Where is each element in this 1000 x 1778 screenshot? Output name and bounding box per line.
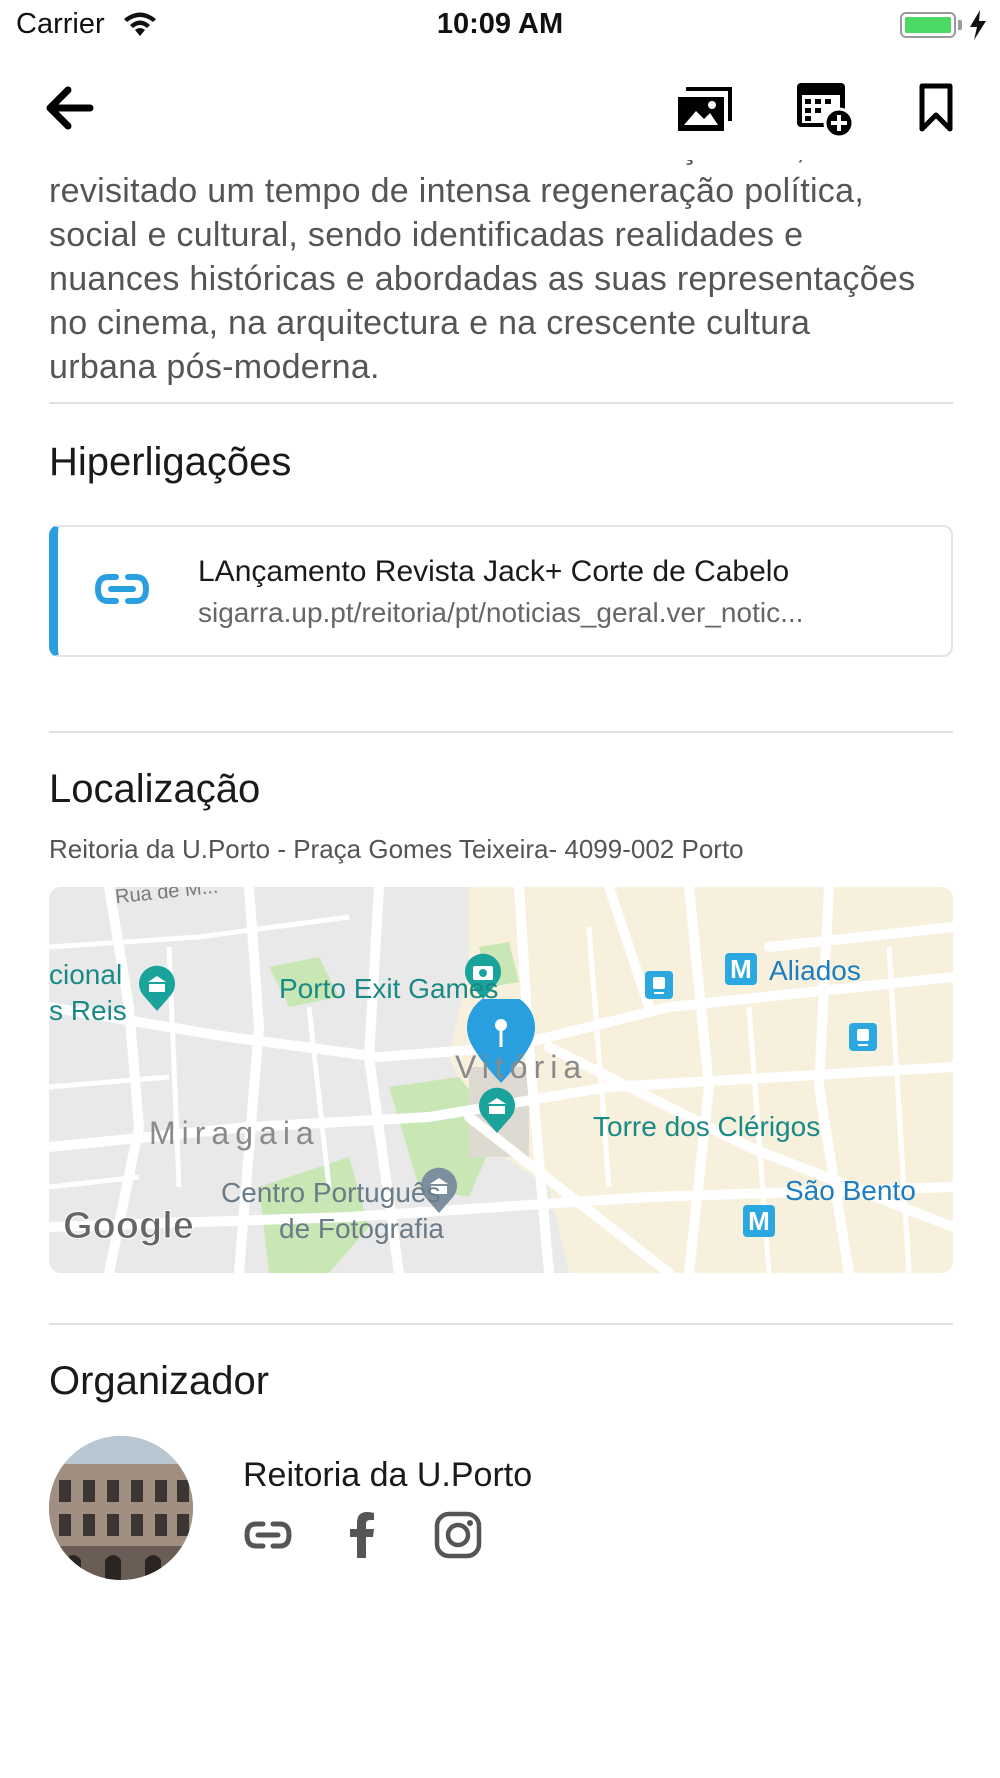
- organizer-name: Reitoria da U.Porto: [243, 1456, 533, 1494]
- calendar-add-icon: [797, 83, 855, 139]
- organizer-instagram-button[interactable]: [433, 1510, 483, 1560]
- divider: [49, 402, 953, 404]
- links-section-title: Hiperligações: [49, 440, 292, 484]
- map-label-reis: s Reis: [49, 995, 127, 1026]
- link-icon: [94, 574, 150, 604]
- arrow-left-icon: [46, 86, 94, 130]
- instagram-icon: [434, 1511, 482, 1559]
- battery-tip: [958, 20, 962, 30]
- description-line: urbana pós-moderna.: [49, 348, 380, 386]
- map-label-vitoria: Vitória: [455, 1049, 588, 1085]
- map-label-porto-exit-games: Porto Exit Games: [279, 973, 499, 1004]
- link-url: sigarra.up.pt/reitoria/pt/noticias_geral…: [198, 597, 804, 628]
- map-label-centro-portugues: Centro Português: [221, 1177, 441, 1208]
- event-address: Reitoria da U.Porto - Praça Gomes Teixei…: [49, 834, 744, 864]
- nav-bar: [0, 50, 1000, 160]
- description-line: nuances históricas e abordadas as suas r…: [49, 260, 916, 298]
- museum-poi-icon: [139, 965, 175, 1011]
- facebook-icon: [350, 1512, 374, 1558]
- map-label-torre-dos-clerigos: Torre dos Clérigos: [593, 1111, 821, 1142]
- status-bar: Carrier 10:09 AM: [0, 0, 1000, 50]
- organizer-facebook-button[interactable]: [337, 1510, 387, 1560]
- description-line: no cinema, na arquitectura e na crescent…: [49, 304, 811, 342]
- event-details: Cabelo como na entrevista a Manuel Graça…: [49, 140, 953, 1586]
- gallery-button[interactable]: [672, 78, 738, 138]
- status-time: 10:09 AM: [436, 8, 564, 40]
- building-photo: [49, 1436, 193, 1580]
- divider: [49, 1323, 953, 1325]
- bookmark-icon: [919, 83, 953, 132]
- map-label-miragaia: Miragaia: [149, 1115, 320, 1151]
- train-station-icon: [645, 971, 673, 999]
- divider: [49, 731, 953, 733]
- add-to-calendar-button[interactable]: [792, 76, 858, 142]
- location-section-title: Localização: [49, 767, 261, 811]
- battery-icon: [900, 12, 956, 38]
- metro-sao-bento-icon: M: [743, 1205, 775, 1237]
- gallery-icon: [678, 87, 732, 131]
- map-label-nacional: cional: [49, 959, 123, 990]
- organizer-row: Reitoria da U.Porto: [49, 1436, 953, 1586]
- map-label-de-fotografia: de Fotografia: [279, 1213, 444, 1244]
- google-logo: Google: [63, 1205, 195, 1248]
- organizer-avatar[interactable]: [49, 1436, 193, 1580]
- charging-bolt-icon: [970, 10, 986, 40]
- location-map[interactable]: M M Rua de M... cional s Reis Porto Exit…: [49, 887, 953, 1273]
- link-title: LAnçamento Revista Jack+ Corte de Cabelo: [198, 555, 790, 588]
- bookmark-button[interactable]: [906, 78, 966, 138]
- metro-aliados-icon: M: [725, 953, 757, 985]
- back-button[interactable]: [40, 78, 100, 138]
- organizer-website-button[interactable]: [243, 1510, 293, 1560]
- link-icon: [244, 1521, 292, 1549]
- description-line: social e cultural, sendo identificadas r…: [49, 216, 804, 254]
- description-line: revisitado um tempo de intensa regeneraç…: [49, 172, 865, 210]
- event-description: Cabelo como na entrevista a Manuel Graça…: [49, 140, 953, 402]
- museum-poi-icon: [479, 1087, 515, 1133]
- map-label-sao-bento: São Bento: [785, 1175, 916, 1206]
- organizer-section-title: Organizador: [49, 1359, 270, 1403]
- link-card[interactable]: LAnçamento Revista Jack+ Corte de Cabelo…: [49, 525, 953, 657]
- map-label-aliados: Aliados: [769, 955, 861, 986]
- train-station-icon: [849, 1023, 877, 1051]
